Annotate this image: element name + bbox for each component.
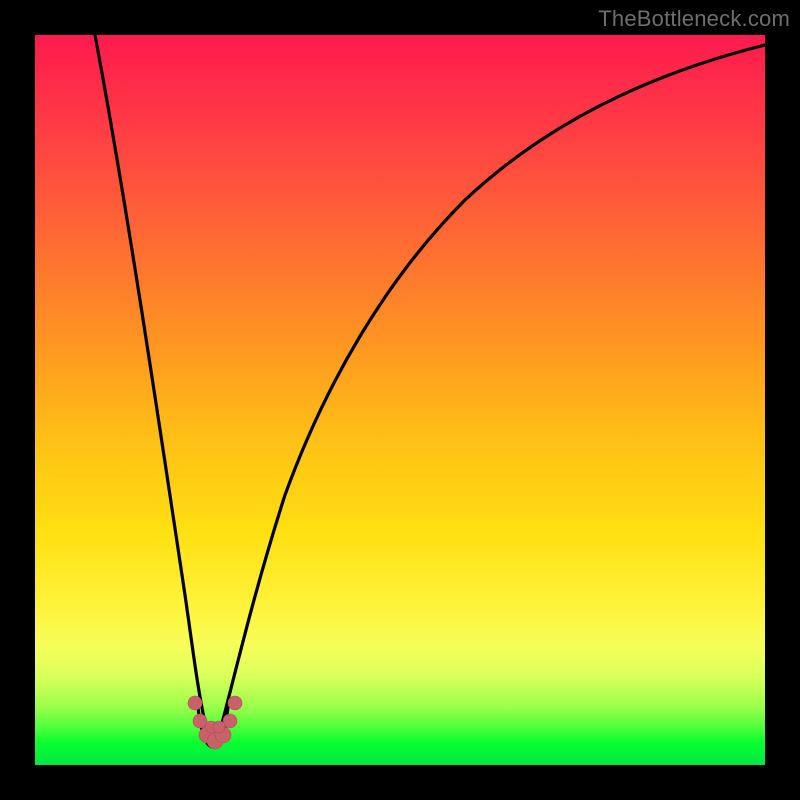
watermark-text: TheBottleneck.com <box>598 6 790 32</box>
curve-layer <box>35 35 765 765</box>
plot-area <box>35 35 765 765</box>
bottleneck-curve <box>95 35 765 736</box>
trough-markers <box>188 696 242 749</box>
chart-frame: TheBottleneck.com <box>0 0 800 800</box>
